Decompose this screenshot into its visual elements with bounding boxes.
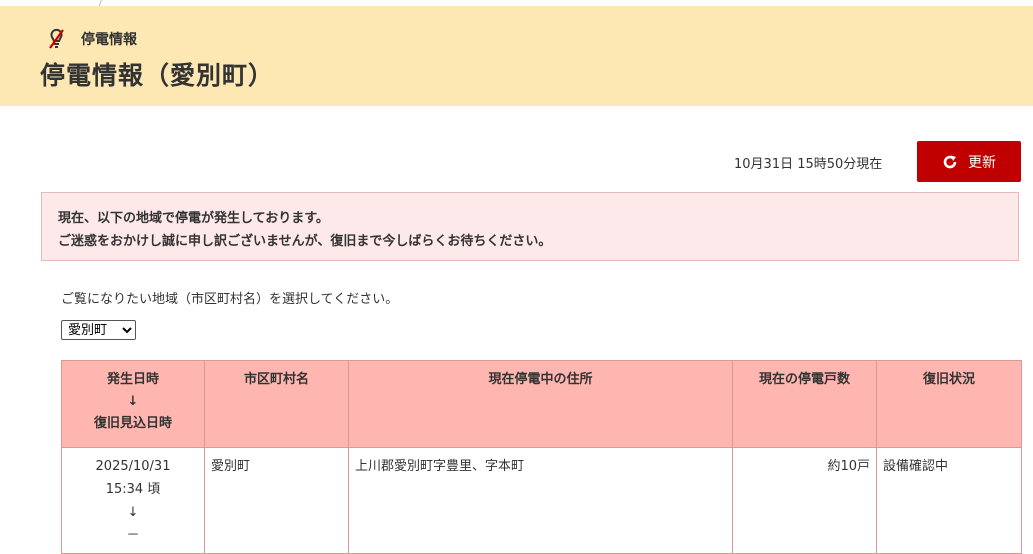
restore-estimate: － — [126, 528, 140, 543]
alert-line-2: ご迷惑をおかけし誠に申し訳ございませんが、復旧まで今しばらくお待ちください。 — [58, 234, 552, 249]
breadcrumb: 停電情報 — [47, 28, 137, 50]
outage-alert: 現在、以下の地域で停電が発生しております。 ご迷惑をおかけし誠に申し訳ございませ… — [41, 192, 1019, 261]
cell-count: 約10戸 — [732, 447, 877, 554]
header-status: 復旧状況 — [876, 360, 1022, 448]
header-city: 市区町村名 — [204, 360, 349, 448]
table-header-row: 発生日時 ↓ 復旧見込日時 市区町村名 現在停電中の住所 現在の停電戸数 復旧状… — [61, 360, 1022, 448]
update-timestamp: 10月31日 15時50分現在 — [734, 157, 883, 172]
occurrence-time: 15:34 頃 — [105, 482, 161, 497]
header-count: 現在の停電戸数 — [732, 360, 877, 448]
cell-status: 設備確認中 — [876, 447, 1022, 554]
outage-table: 発生日時 ↓ 復旧見込日時 市区町村名 現在停電中の住所 現在の停電戸数 復旧状… — [61, 360, 1022, 554]
area-select[interactable]: 愛別町 — [61, 320, 136, 340]
alert-line-1: 現在、以下の地域で停電が発生しております。 — [58, 211, 329, 226]
page-header: 停電情報 停電情報（愛別町） — [0, 6, 1033, 106]
refresh-button[interactable]: 更新 — [917, 141, 1021, 182]
cell-date: 2025/10/31 15:34 頃 ↓ － — [61, 447, 205, 554]
area-instruction: ご覧になりたい地域（市区町村名）を選択してください。 — [61, 292, 399, 307]
refresh-label: 更新 — [968, 154, 996, 171]
header-address: 現在停電中の住所 — [348, 360, 733, 448]
page-title: 停電情報（愛別町） — [40, 61, 275, 90]
date-arrow: ↓ — [127, 505, 139, 520]
refresh-icon — [943, 155, 957, 168]
header-date: 発生日時 ↓ 復旧見込日時 — [61, 360, 205, 448]
cell-address: 上川郡愛別町字豊里、字本町 — [348, 447, 733, 554]
occurrence-date: 2025/10/31 — [95, 459, 171, 474]
cell-city: 愛別町 — [204, 447, 349, 554]
table-row: 2025/10/31 15:34 頃 ↓ － 愛別町 上川郡愛別町字豊里、字本町… — [61, 447, 1022, 554]
power-outage-icon — [47, 28, 67, 50]
breadcrumb-label: 停電情報 — [81, 32, 137, 48]
